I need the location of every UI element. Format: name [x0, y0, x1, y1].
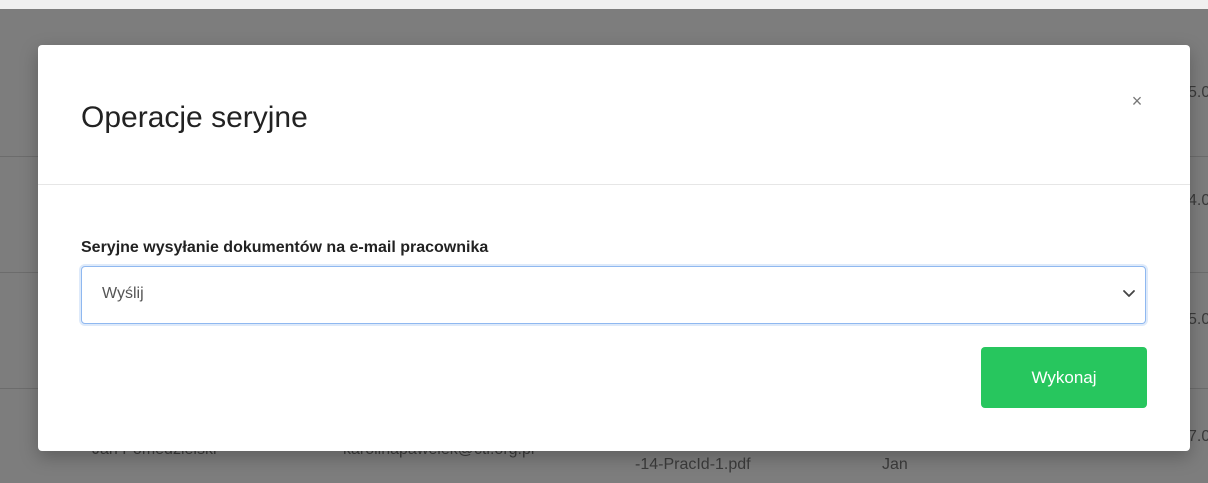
bulk-email-label: Seryjne wysyłanie dokumentów na e-mail p… [81, 239, 489, 256]
select-value: Wyślij [102, 285, 144, 302]
modal-header: Operacje seryjne × [38, 45, 1190, 185]
table-cell-value: 5.0 [1188, 311, 1208, 328]
close-button[interactable]: × [1125, 89, 1149, 113]
operation-select[interactable]: Wyślij [81, 266, 1146, 324]
table-cell-value: 5.0 [1188, 84, 1208, 101]
table-cell-value: 7.0 [1188, 428, 1208, 445]
execute-button[interactable]: Wykonaj [981, 347, 1147, 408]
table-cell-value: 4.0 [1188, 192, 1208, 209]
table-cell-file: -14-PracId-1.pdf [635, 456, 751, 473]
background-top-bar [0, 0, 1208, 9]
chevron-down-icon [1123, 290, 1135, 297]
modal-title: Operacje seryjne [81, 101, 308, 134]
table-cell-person: Jan [882, 456, 908, 473]
bulk-operations-modal: Operacje seryjne × Seryjne wysyłanie dok… [38, 45, 1190, 451]
